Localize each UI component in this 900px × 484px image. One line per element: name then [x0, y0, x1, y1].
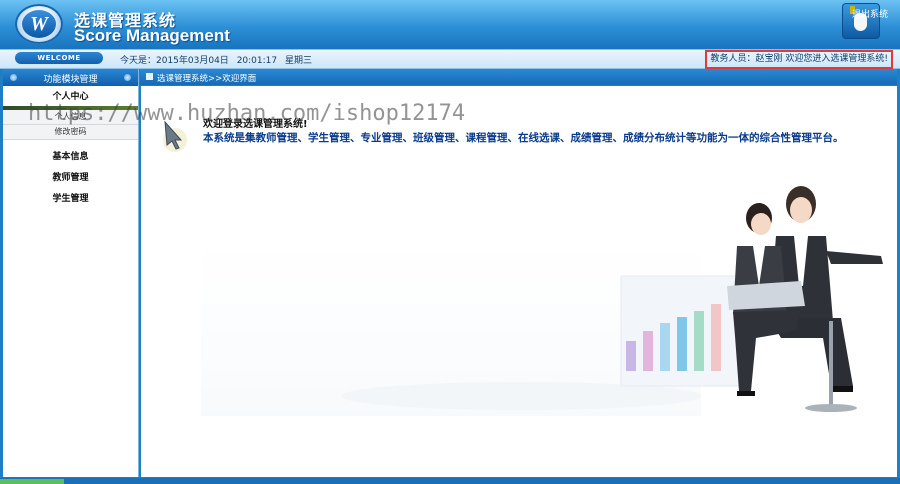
menu-item-change-password[interactable]: 修改密码	[3, 125, 138, 140]
sidebar-title: 功能模块管理	[43, 75, 98, 85]
taskbar-indicator	[0, 479, 64, 484]
exit-label[interactable]: 退出系统	[852, 7, 888, 20]
app-title-en: Score Management	[74, 26, 230, 45]
breadcrumb: 选课管理系统>>欢迎界面	[140, 69, 897, 85]
system-description: 本系统是集教师管理、学生管理、专业管理、班级管理、课程管理、在线选课、成绩管理、…	[203, 132, 844, 144]
date-label: 今天是：2015年03月04日	[120, 56, 229, 66]
bullet-icon	[124, 74, 131, 81]
logo-letter: W	[22, 10, 56, 38]
welcome-badge: WELCOME	[15, 52, 103, 64]
menu-group-basic-info[interactable]: 基本信息	[3, 149, 138, 162]
bottom-strip	[0, 478, 900, 484]
menu-group-teacher-management[interactable]: 教师管理	[3, 170, 138, 183]
time-label: 20:01:17	[236, 56, 278, 66]
app-header: W 选课管理系统 Score Management 退出系统	[0, 0, 900, 49]
date-display: 今天是：2015年03月04日 20:01:17 星期三	[120, 53, 317, 66]
user-greeting: 教务人员：赵宝刚 欢迎您进入选课管理系统!	[705, 50, 893, 69]
breadcrumb-text: 选课管理系统>>欢迎界面	[157, 74, 257, 84]
menu-group-student-management[interactable]: 学生管理	[3, 191, 138, 204]
sidebar-header: 功能模块管理	[3, 69, 138, 86]
sidebar: 功能模块管理 个人中心 个人信息 修改密码 基本信息 教师管理 学生管理	[3, 69, 139, 477]
watermark-text: https://www.huzhan.com/ishop12174	[28, 101, 466, 126]
logo-icon: W	[15, 4, 63, 44]
weekday-label: 星期三	[284, 56, 312, 66]
home-icon	[146, 73, 153, 80]
main-content: 欢迎登录选课管理系统! 本系统是集教师管理、学生管理、专业管理、班级管理、课程管…	[141, 86, 897, 477]
status-bar: WELCOME 今天是：2015年03月04日 20:01:17 星期三 教务人…	[0, 49, 900, 69]
